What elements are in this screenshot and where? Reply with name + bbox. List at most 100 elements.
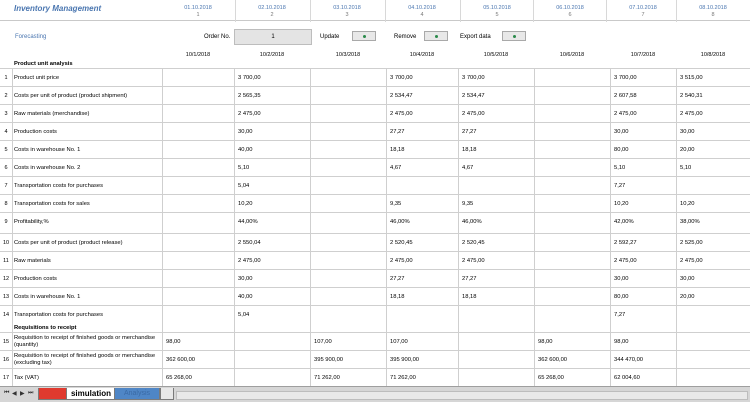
table-cell[interactable]: 7,27 (614, 183, 625, 189)
row-label: Costs in warehouse No. 1 (14, 294, 81, 300)
date-column-date: 08.10.2018 (699, 5, 727, 11)
table-cell[interactable]: 30,00 (238, 276, 253, 282)
table-cell[interactable]: 27,27 (390, 129, 405, 135)
table-cell[interactable]: 107,00 (314, 339, 332, 345)
table-row: 15 Requisition to receipt of finished goo… (0, 332, 750, 351)
table-cell[interactable]: 2 475,00 (238, 111, 261, 117)
order-number-input[interactable]: 1 (234, 29, 312, 45)
date-column-date: 03.10.2018 (333, 5, 361, 11)
table-cell[interactable]: 18,18 (390, 294, 405, 300)
table-cell[interactable]: 10,20 (680, 201, 695, 207)
last-sheet-icon[interactable]: ⏭ (28, 390, 33, 397)
table-cell[interactable]: 2 540,31 (680, 93, 703, 99)
table-cell[interactable]: 3 700,00 (614, 75, 637, 81)
table-cell[interactable]: 2 550,04 (238, 240, 261, 246)
table-cell[interactable]: 2 475,00 (390, 258, 413, 264)
next-sheet-icon[interactable]: ▶ (20, 390, 25, 397)
table-cell[interactable]: 40,00 (238, 294, 253, 300)
update-button[interactable] (352, 31, 376, 41)
table-cell[interactable]: 5,10 (238, 165, 249, 171)
table-cell[interactable]: 4,67 (462, 165, 473, 171)
table-cell[interactable]: 5,04 (238, 183, 249, 189)
table-cell[interactable]: 2 592,27 (614, 240, 637, 246)
table-cell[interactable]: 2 520,45 (462, 240, 485, 246)
table-cell[interactable]: 62 004,60 (614, 375, 640, 381)
table-cell[interactable]: 9,35 (390, 201, 401, 207)
prev-sheet-icon[interactable]: ◀ (12, 390, 17, 397)
table-cell[interactable]: 10,20 (238, 201, 253, 207)
table-cell[interactable]: 395 900,00 (390, 357, 419, 363)
table-cell[interactable]: 2 520,45 (390, 240, 413, 246)
table-cell[interactable]: 18,18 (462, 294, 477, 300)
table-cell[interactable]: 5,04 (238, 312, 249, 318)
first-sheet-icon[interactable]: ⏮ (4, 390, 9, 397)
table-cell[interactable]: 71 262,00 (314, 375, 340, 381)
table-cell[interactable]: 3 515,00 (680, 75, 703, 81)
table-cell[interactable]: 2 565,35 (238, 93, 261, 99)
table-cell[interactable]: 80,00 (614, 147, 629, 153)
table-cell[interactable]: 7,27 (614, 312, 625, 318)
row-label: Costs in warehouse No. 1 (14, 147, 81, 153)
table-cell[interactable]: 5,10 (680, 165, 691, 171)
remove-button[interactable] (424, 31, 448, 41)
table-cell[interactable]: 5,10 (614, 165, 625, 171)
export-button[interactable] (502, 31, 526, 41)
table-cell[interactable]: 46,00% (390, 219, 410, 225)
table-cell[interactable]: 362 600,00 (166, 357, 195, 363)
table-cell[interactable]: 2 534,47 (462, 93, 485, 99)
table-cell[interactable]: 30,00 (614, 129, 629, 135)
table-cell[interactable]: 344 470,00 (614, 357, 643, 363)
table-cell[interactable]: 2 534,47 (390, 93, 413, 99)
table-cell[interactable]: 27,27 (390, 276, 405, 282)
table-cell[interactable]: 2 475,00 (462, 258, 485, 264)
table-cell[interactable]: 20,00 (680, 294, 695, 300)
table-cell[interactable]: 18,18 (390, 147, 405, 153)
table-cell[interactable]: 107,00 (390, 339, 408, 345)
sheet-tab-analysis[interactable]: Analysis (114, 388, 160, 400)
table-cell[interactable]: 2 475,00 (390, 111, 413, 117)
table-cell[interactable]: 2 475,00 (680, 258, 703, 264)
table-cell[interactable]: 3 700,00 (238, 75, 261, 81)
table-cell[interactable]: 98,00 (538, 339, 553, 345)
table-cell[interactable]: 395 900,00 (314, 357, 343, 363)
table-cell[interactable]: 9,35 (462, 201, 473, 207)
table-cell[interactable]: 65 268,00 (166, 375, 192, 381)
table-row: 17 Tax (VAT) 65 268,00 71 262,00 71 262,00 65… (0, 368, 750, 387)
table-cell[interactable]: 2 525,00 (680, 240, 703, 246)
table-cell[interactable]: 30,00 (680, 276, 695, 282)
table-cell[interactable]: 10,20 (614, 201, 629, 207)
table-cell[interactable]: 98,00 (166, 339, 181, 345)
horizontal-scrollbar[interactable] (176, 391, 748, 400)
table-cell[interactable]: 3 700,00 (390, 75, 413, 81)
table-cell[interactable]: 98,00 (614, 339, 629, 345)
table-cell[interactable]: 44,00% (238, 219, 258, 225)
table-cell[interactable]: 20,00 (680, 147, 695, 153)
table-cell[interactable]: 18,18 (462, 147, 477, 153)
insert-sheet-icon[interactable] (160, 388, 174, 400)
table-cell[interactable]: 3 700,00 (462, 75, 485, 81)
table-cell[interactable]: 38,00% (680, 219, 700, 225)
table-cell[interactable]: 30,00 (614, 276, 629, 282)
table-cell[interactable]: 65 268,00 (538, 375, 564, 381)
table-cell[interactable]: 2 475,00 (680, 111, 703, 117)
table-cell[interactable]: 27,27 (462, 276, 477, 282)
table-cell[interactable]: 362 600,00 (538, 357, 567, 363)
row-label: Production costs (14, 129, 57, 135)
sheet-tab-info[interactable]: Info (38, 388, 68, 400)
table-cell[interactable]: 4,67 (390, 165, 401, 171)
table-cell[interactable]: 40,00 (238, 147, 253, 153)
table-cell[interactable]: 42,00% (614, 219, 634, 225)
table-cell[interactable]: 2 607,58 (614, 93, 637, 99)
table-cell[interactable]: 30,00 (680, 129, 695, 135)
table-cell[interactable]: 2 475,00 (614, 258, 637, 264)
table-cell[interactable]: 2 475,00 (614, 111, 637, 117)
table-cell[interactable]: 80,00 (614, 294, 629, 300)
table-cell[interactable]: 71 262,00 (390, 375, 416, 381)
table-cell[interactable]: 30,00 (238, 129, 253, 135)
sheet-tab-simulation[interactable]: simulation (66, 388, 116, 400)
date-column-index: 3 (345, 12, 349, 18)
table-cell[interactable]: 2 475,00 (238, 258, 261, 264)
table-cell[interactable]: 46,00% (462, 219, 482, 225)
table-cell[interactable]: 2 475,00 (462, 111, 485, 117)
table-cell[interactable]: 27,27 (462, 129, 477, 135)
